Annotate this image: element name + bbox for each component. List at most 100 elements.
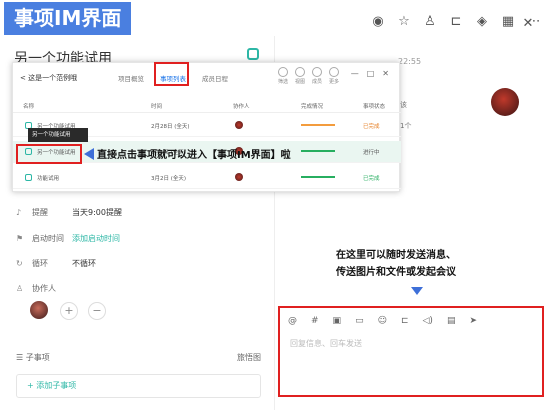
- tab-member-schedule[interactable]: 成员日程: [202, 73, 228, 83]
- row-status: 已完成: [363, 124, 380, 130]
- emoji-icon[interactable]: ☺: [378, 316, 387, 326]
- col-collaborator: 协作人: [233, 104, 250, 110]
- send-icon[interactable]: ➤: [469, 316, 477, 326]
- col-status: 事项状态: [363, 104, 386, 110]
- bell-icon: ♪: [16, 208, 22, 217]
- callout-arrow-left: [84, 148, 94, 160]
- reminder-value: 当天9:00提醒: [72, 208, 122, 217]
- callout-arrow-down: [411, 287, 423, 295]
- reminder-field[interactable]: ♪ 提醒 当天9:00提醒: [16, 207, 122, 218]
- complete-checkbox[interactable]: [247, 48, 259, 60]
- collaborators-field: ♙ 协作人: [16, 283, 72, 294]
- avatar: [235, 121, 243, 129]
- member-tool[interactable]: 成员: [311, 67, 322, 85]
- progress-bar: [301, 176, 335, 178]
- callout-right: 在这里可以随时发送消息、 传送图片和文件或发起会议: [336, 247, 456, 281]
- member-icon: [311, 67, 322, 77]
- view-tool[interactable]: 视图: [294, 67, 305, 85]
- callout-right-line2: 传送图片和文件或发起会议: [336, 267, 456, 278]
- page-title: 事项IM界面: [4, 2, 132, 35]
- subitems-header: ☰ 子事项 旅悟图: [16, 352, 261, 363]
- callout-left: 直接点击事项就可以进入【事项IM界面】啦: [97, 150, 291, 161]
- add-subitem-button[interactable]: + 添加子事项: [16, 374, 261, 398]
- collaborators-label: 协作人: [32, 284, 56, 293]
- col-progress: 完成情况: [301, 104, 324, 110]
- view-label: 视图: [294, 79, 305, 85]
- row-status: 已完成: [363, 176, 380, 182]
- app-root: 事项IM界面 ◉ ☆ ♙ ⊏ ◈ ▦ ⋯ ✕ 22:55 该 1个 另一个功能试…: [0, 0, 548, 410]
- eye-icon[interactable]: ◉: [370, 14, 386, 30]
- chat-snippet: 该: [400, 101, 407, 109]
- progress-bar: [301, 124, 335, 126]
- image-icon[interactable]: ▣: [333, 316, 342, 326]
- people-icon[interactable]: ♙: [422, 14, 438, 30]
- highlight-tab-frame: [154, 62, 189, 86]
- message-composer[interactable]: @ # ▣ ▭ ☺ ⊏ ◁) ▤ ➤ 回复信息、回车发送: [278, 306, 544, 397]
- repeat-value: 不循环: [72, 259, 96, 268]
- flag-icon: ⚑: [16, 234, 24, 243]
- row-time: 3月2日 (全天): [151, 176, 187, 182]
- col-time: 时间: [151, 104, 163, 110]
- row-name: 功能试用: [37, 176, 60, 182]
- voice-icon[interactable]: ◁): [423, 316, 433, 326]
- card-icon[interactable]: ▤: [447, 316, 456, 326]
- avatar: [235, 173, 243, 181]
- member-label: 成员: [311, 79, 322, 85]
- mention-icon[interactable]: @: [288, 316, 297, 326]
- row-checkbox[interactable]: [25, 174, 32, 181]
- star-icon[interactable]: ☆: [396, 14, 412, 30]
- chat-snippet-count: 1个: [400, 122, 412, 130]
- col-name: 名称: [23, 104, 35, 110]
- table-row[interactable]: 功能试用 3月2日 (全天) 已完成: [13, 167, 401, 189]
- reminder-label: 提醒: [32, 208, 48, 217]
- layers-icon[interactable]: ◈: [474, 14, 490, 30]
- grid-icon[interactable]: ▦: [500, 14, 516, 30]
- more-label: 更多: [328, 79, 339, 85]
- more-tool[interactable]: 更多: [328, 67, 339, 85]
- add-collaborator-button[interactable]: +: [60, 302, 78, 320]
- start-time-field[interactable]: ⚑ 启动时间 添加启动时间: [16, 233, 120, 244]
- repeat-label: 循环: [32, 259, 48, 268]
- table-header: 名称 时间 协作人 完成情况 事项状态: [13, 99, 401, 113]
- folder-icon[interactable]: ▭: [355, 316, 364, 326]
- view-icon: [294, 67, 305, 77]
- more-icon: [328, 67, 339, 77]
- repeat-icon: ↻: [16, 259, 23, 268]
- row-time: 2月28日 (全天): [151, 124, 190, 130]
- callout-right-line1: 在这里可以随时发送消息、: [336, 250, 456, 261]
- maximize-icon[interactable]: □: [367, 69, 375, 78]
- window-controls: ✕: [520, 16, 536, 32]
- start-time-value: 添加启动时间: [72, 234, 120, 243]
- item-list-window: < 这是一个范例哦 项目概览 事项列表 成员日程 筛选 视图 成员 更多 — □…: [12, 62, 401, 192]
- person-icon: ♙: [16, 284, 24, 293]
- composer-toolbar: @ # ▣ ▭ ☺ ⊏ ◁) ▤ ➤: [288, 316, 477, 326]
- tab-back[interactable]: < 这是一个范例哦: [20, 73, 77, 83]
- tab-overview[interactable]: 项目概览: [118, 73, 144, 83]
- avatar[interactable]: [30, 301, 48, 319]
- list-toolbar: 筛选 视图 成员 更多: [277, 67, 339, 85]
- share-icon[interactable]: ⊏: [448, 14, 464, 30]
- topic-icon[interactable]: #: [311, 316, 319, 326]
- remove-collaborator-button[interactable]: −: [88, 302, 106, 320]
- close-icon[interactable]: ✕: [382, 69, 389, 78]
- mindmap-link[interactable]: 旅悟图: [237, 352, 261, 363]
- tooltip: 另一个功能试用: [28, 128, 88, 142]
- progress-bar: [301, 150, 335, 152]
- list-window-controls: — □ ✕: [351, 69, 389, 78]
- row-status: 进行中: [363, 150, 380, 156]
- highlight-row-frame: [16, 144, 82, 164]
- close-icon[interactable]: ✕: [520, 16, 536, 32]
- branch-icon[interactable]: ⊏: [401, 316, 409, 326]
- chat-avatar: [491, 88, 519, 116]
- minimize-icon[interactable]: —: [351, 69, 359, 78]
- subitems-label: 子事项: [25, 353, 50, 362]
- subitem-icon: ☰: [16, 353, 26, 362]
- start-time-label: 启动时间: [32, 234, 64, 243]
- chat-timestamp: 22:55: [398, 57, 422, 66]
- filter-icon: [277, 67, 288, 77]
- message-input-placeholder[interactable]: 回复信息、回车发送: [290, 338, 362, 349]
- repeat-field[interactable]: ↻ 循环 不循环: [16, 258, 96, 269]
- top-toolbar: ◉ ☆ ♙ ⊏ ◈ ▦ ⋯: [370, 14, 542, 30]
- filter-label: 筛选: [277, 79, 288, 85]
- filter-tool[interactable]: 筛选: [277, 67, 288, 85]
